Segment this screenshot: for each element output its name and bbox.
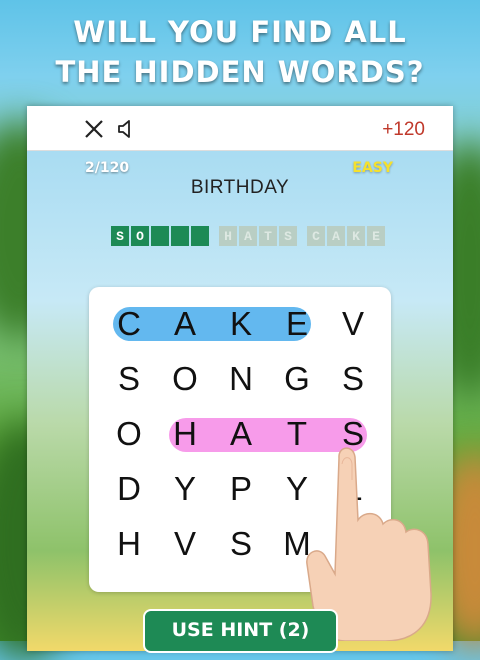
grid-letter[interactable]: K — [213, 301, 269, 347]
top-bar: +120 — [27, 106, 453, 151]
slot-gap — [211, 226, 219, 246]
grid-letter[interactable]: N — [213, 356, 269, 402]
grid-letter[interactable]: V — [157, 521, 213, 567]
grid-letter[interactable]: G — [269, 356, 325, 402]
grid-letter[interactable]: P — [213, 466, 269, 512]
difficulty-label: EASY — [352, 160, 393, 176]
grid-letter[interactable]: D — [101, 466, 157, 512]
score-counter: +120 — [382, 119, 425, 140]
word-slot — [191, 226, 209, 246]
grid-letter[interactable]: H — [101, 521, 157, 567]
grid-letter[interactable]: A — [157, 301, 213, 347]
word-slots: SOHATSCAKE — [111, 226, 387, 246]
grid-letter[interactable]: O — [101, 411, 157, 457]
word-slot: C — [307, 226, 325, 246]
word-slot — [171, 226, 189, 246]
word-slot: H — [219, 226, 237, 246]
word-slot: A — [239, 226, 257, 246]
word-slot: K — [347, 226, 365, 246]
word-slot: S — [111, 226, 129, 246]
slot-gap — [299, 226, 307, 246]
word-slot — [151, 226, 169, 246]
grid-letter[interactable]: S — [101, 356, 157, 402]
category-title: BIRTHDAY — [190, 177, 290, 198]
speaker-icon[interactable] — [117, 118, 135, 140]
grid-letter[interactable]: S — [213, 521, 269, 567]
grid-letter[interactable]: O — [157, 356, 213, 402]
grid-letter[interactable]: V — [325, 301, 381, 347]
grid-letter[interactable]: Y — [157, 466, 213, 512]
headline-line-1: WILL YOU FIND ALL — [73, 15, 407, 49]
grid-letter[interactable]: C — [101, 301, 157, 347]
promo-headline: WILL YOU FIND ALL THE HIDDEN WORDS? — [0, 12, 480, 92]
word-slot: O — [131, 226, 149, 246]
grid-letter[interactable]: A — [213, 411, 269, 457]
grid-letter[interactable]: S — [325, 356, 381, 402]
grid-letter[interactable]: E — [269, 301, 325, 347]
close-icon[interactable] — [83, 118, 105, 140]
word-slot: A — [327, 226, 345, 246]
word-slot: E — [367, 226, 385, 246]
grid-letter[interactable]: H — [157, 411, 213, 457]
word-slot: S — [279, 226, 297, 246]
headline-line-2: THE HIDDEN WORDS? — [55, 55, 425, 89]
use-hint-button[interactable]: USE HINT (2) — [143, 609, 338, 653]
word-slot: T — [259, 226, 277, 246]
level-indicator: 2/120 — [85, 160, 130, 176]
